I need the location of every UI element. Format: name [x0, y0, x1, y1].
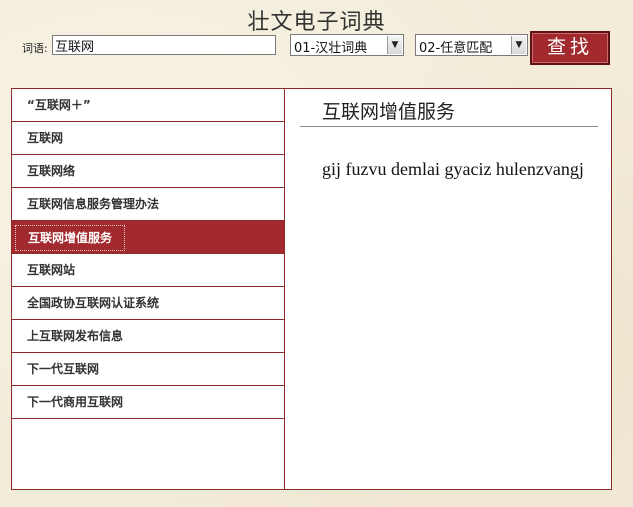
list-item-label: “互联网＋” [27, 98, 91, 112]
list-item-label: 下一代商用互联网 [27, 395, 124, 409]
match-mode-select[interactable]: 02-任意匹配 ▼ [415, 34, 528, 56]
dictionary-select-value: 01-汉壮词典 [294, 41, 368, 56]
list-item[interactable]: 下一代商用互联网 [12, 386, 284, 419]
detail-translation: gij fuzvu demlai gyaciz hulenzvangj [322, 159, 584, 179]
search-label: 词语: [22, 42, 48, 55]
list-item-label: 互联网增值服务 [15, 225, 126, 251]
list-item[interactable]: 全国政协互联网认证系统 [12, 287, 284, 320]
dictionary-select[interactable]: 01-汉壮词典 ▼ [290, 34, 404, 56]
chevron-down-icon[interactable]: ▼ [511, 36, 526, 54]
list-item[interactable]: 下一代互联网 [12, 353, 284, 386]
list-item-label: 上互联网发布信息 [27, 329, 124, 343]
list-item-label: 互联网站 [27, 263, 76, 277]
search-input[interactable] [52, 35, 276, 55]
list-item-label: 互联网 [27, 131, 64, 145]
match-mode-select-value: 02-任意匹配 [419, 41, 493, 56]
main-panel: “互联网＋” 互联网 互联网络 互联网信息服务管理办法 互联网增值服务 互联网站… [11, 88, 612, 490]
list-item[interactable]: “互联网＋” [12, 89, 284, 122]
list-item-label: 互联网信息服务管理办法 [27, 197, 160, 211]
list-item-label: 互联网络 [27, 164, 76, 178]
word-list: “互联网＋” 互联网 互联网络 互联网信息服务管理办法 互联网增值服务 互联网站… [12, 89, 285, 489]
detail-title: 互联网增值服务 [300, 100, 598, 127]
list-item[interactable]: 互联网络 [12, 155, 284, 188]
search-button[interactable]: 查找 [530, 31, 610, 65]
chevron-down-icon[interactable]: ▼ [387, 36, 402, 54]
list-item[interactable]: 上互联网发布信息 [12, 320, 284, 353]
list-item[interactable]: 互联网 [12, 122, 284, 155]
list-item-selected[interactable]: 互联网增值服务 [12, 221, 284, 254]
list-item[interactable]: 互联网信息服务管理办法 [12, 188, 284, 221]
list-item-label: 下一代互联网 [27, 362, 100, 376]
list-item[interactable]: 互联网站 [12, 254, 284, 287]
list-item-label: 全国政协互联网认证系统 [27, 296, 160, 310]
